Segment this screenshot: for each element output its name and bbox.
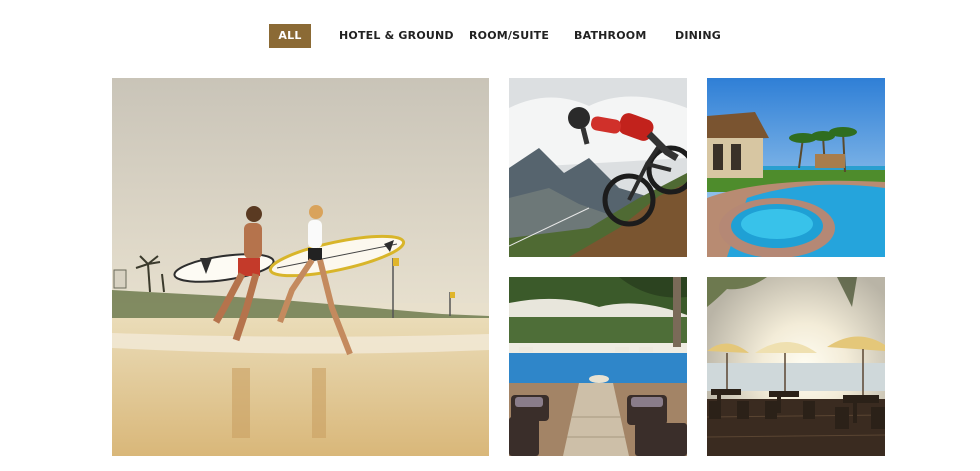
filter-room-suite[interactable]: ROOM/SUITE	[469, 24, 549, 48]
gallery-image-surfers[interactable]	[112, 78, 489, 456]
resort-pool-photo	[707, 78, 885, 257]
beach-dining-photo	[707, 277, 885, 456]
gallery-filter-bar: ALL HOTEL & GROUND ROOM/SUITE BATHROOM D…	[0, 24, 980, 48]
gallery-image-mountain-biker[interactable]	[509, 78, 687, 257]
mountain-biker-photo	[509, 78, 687, 257]
gallery-image-beach-dining[interactable]	[707, 277, 885, 456]
filter-bathroom[interactable]: BATHROOM	[574, 24, 646, 48]
gallery-image-resort-pool[interactable]	[707, 78, 885, 257]
pool-deck-photo	[509, 277, 687, 456]
gallery-image-pool-deck[interactable]	[509, 277, 687, 456]
surfers-photo	[112, 78, 489, 456]
filter-all[interactable]: ALL	[269, 24, 311, 48]
filter-hotel-ground[interactable]: HOTEL & GROUND	[339, 24, 454, 48]
filter-dining[interactable]: DINING	[675, 24, 721, 48]
